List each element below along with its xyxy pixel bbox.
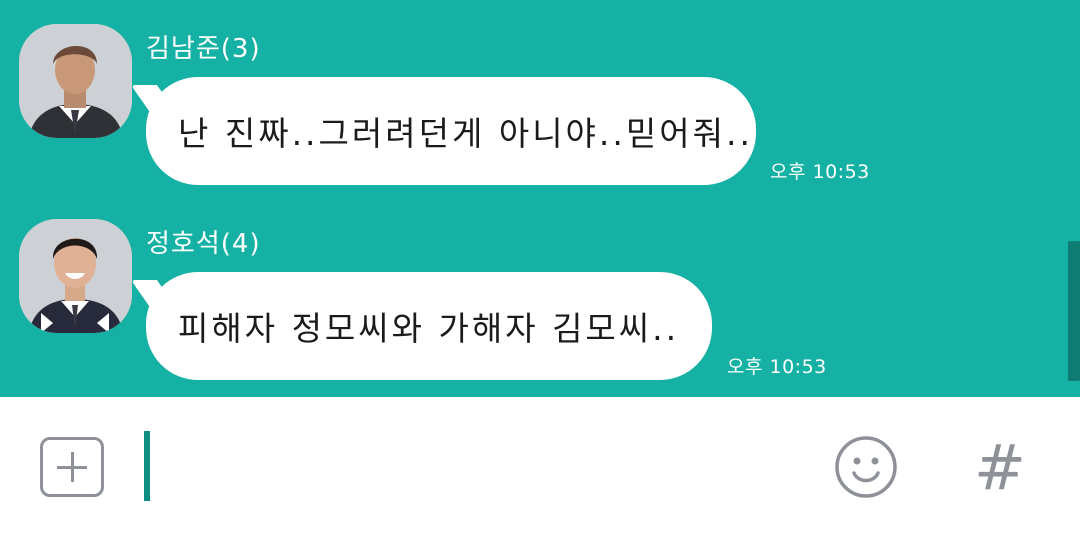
profile-photo-icon xyxy=(19,24,132,138)
message-bubble[interactable]: 난 진짜..그러려던게 아니야..믿어줘.. xyxy=(146,77,756,185)
sender-name: 정호석(4) xyxy=(146,229,261,259)
sender-name: 김남준(3) xyxy=(146,34,261,64)
scrollbar-thumb[interactable] xyxy=(1068,241,1080,381)
smiley-icon[interactable] xyxy=(834,435,898,499)
chat-message-area[interactable]: 김남준(3) 난 진짜..그러려던게 아니야..믿어줘.. 오후 10:53 정… xyxy=(0,0,1080,397)
sender-avatar[interactable] xyxy=(19,219,132,333)
hashtag-button[interactable]: # xyxy=(970,433,1030,503)
message-time: 오후 10:53 xyxy=(727,356,827,378)
message-time: 오후 10:53 xyxy=(770,161,870,183)
sender-avatar[interactable] xyxy=(19,24,132,138)
profile-photo-icon xyxy=(19,219,132,333)
message-bubble[interactable]: 피해자 정모씨와 가해자 김모씨.. xyxy=(146,272,712,380)
plus-icon[interactable] xyxy=(40,437,104,497)
message-input[interactable] xyxy=(140,429,800,505)
message-input-bar: # xyxy=(0,397,1080,541)
